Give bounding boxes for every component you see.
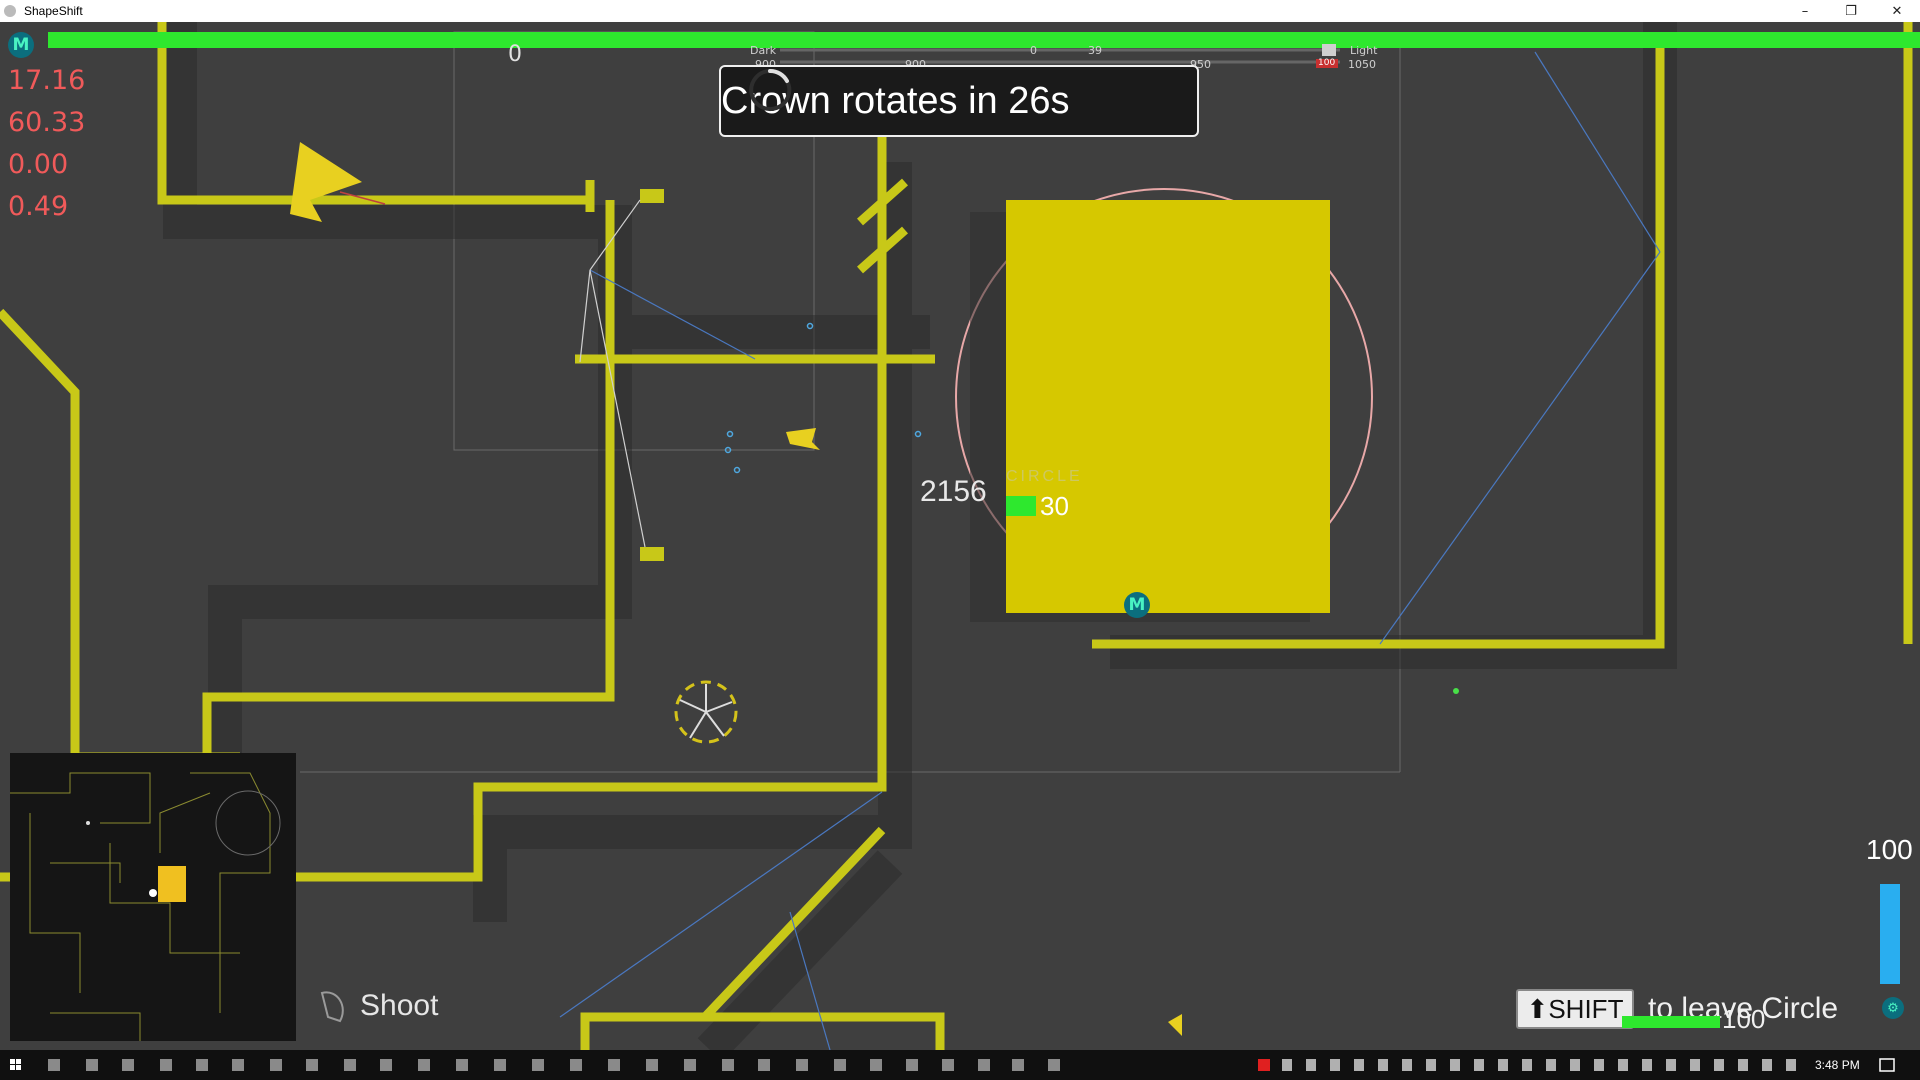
shift-key-hint: ⬆ SHIFT	[1516, 989, 1634, 1029]
player-badge: M	[8, 32, 34, 58]
app-icon	[4, 5, 16, 17]
dark-count: 0	[1030, 44, 1037, 57]
capture-bar	[1006, 496, 1036, 516]
minimap[interactable]	[10, 753, 296, 1041]
stat-value: 17.16	[8, 65, 86, 96]
mouse-click-icon	[320, 991, 344, 1023]
restore-button[interactable]: ❐	[1828, 0, 1874, 22]
stat-value: 0.49	[8, 191, 69, 222]
shoot-hint: Shoot	[312, 987, 438, 1025]
player-ship	[786, 428, 820, 450]
zone-label: CIRCLE	[1006, 468, 1083, 485]
bottom-progress-bar	[1622, 1016, 1720, 1028]
dark-lobby-count: 0	[508, 42, 522, 67]
notification-icon	[1879, 1058, 1895, 1072]
stat-value: 60.33	[8, 107, 86, 138]
stat-value: 0.00	[8, 149, 69, 180]
wall-block	[640, 547, 664, 561]
window-titlebar: ShapeShift – ❐ ✕	[0, 0, 1920, 22]
start-icon	[10, 1059, 21, 1070]
taskbar-clock[interactable]: 3:48 PM	[1815, 1058, 1860, 1072]
max-score: 1050	[1348, 58, 1376, 71]
ammo-bar	[1880, 884, 1900, 984]
debug-stats: 17.16 60.33 0.00 0.49	[8, 60, 85, 228]
light-badge: 100	[1318, 58, 1336, 68]
team-badge: M	[1124, 592, 1150, 618]
taskbar-icons	[10, 1058, 1895, 1072]
ability-icon: ⚙	[1882, 997, 1904, 1019]
offscreen-indicator	[1168, 1014, 1182, 1036]
turret	[674, 680, 738, 744]
dark-label: Dark	[750, 44, 777, 57]
bottom-value: 100	[1722, 1004, 1766, 1034]
crown-timer-banner: Crown rotates in 26s	[719, 65, 1199, 137]
ammo-fill	[1880, 884, 1900, 984]
ammo-value: 100	[1866, 834, 1913, 865]
capture-value: 30	[1040, 491, 1069, 521]
window-title: ShapeShift	[24, 4, 83, 18]
loading-spinner-icon	[749, 68, 792, 111]
wall-block	[640, 189, 664, 203]
green-pickup	[1453, 688, 1459, 694]
game-viewport[interactable]: M M 17.16 60.33 0.00 0.49 Dark Light 0 3…	[0, 22, 1920, 1050]
wall-shadows	[163, 22, 1677, 1050]
minimap-lines	[10, 772, 281, 1041]
crown-block	[1006, 200, 1330, 613]
damage-number: 2156	[920, 475, 987, 508]
light-label: Light	[1350, 44, 1378, 57]
shift-arrow-icon: ⬆	[1526, 993, 1549, 1024]
light-count: 39	[1088, 44, 1102, 57]
minimize-button[interactable]: –	[1782, 0, 1828, 22]
taskbar	[0, 1050, 1920, 1080]
window-controls: – ❐ ✕	[1782, 0, 1920, 22]
close-button[interactable]: ✕	[1874, 0, 1920, 22]
shoot-label: Shoot	[360, 989, 439, 1022]
shift-key-label: SHIFT	[1548, 993, 1624, 1024]
